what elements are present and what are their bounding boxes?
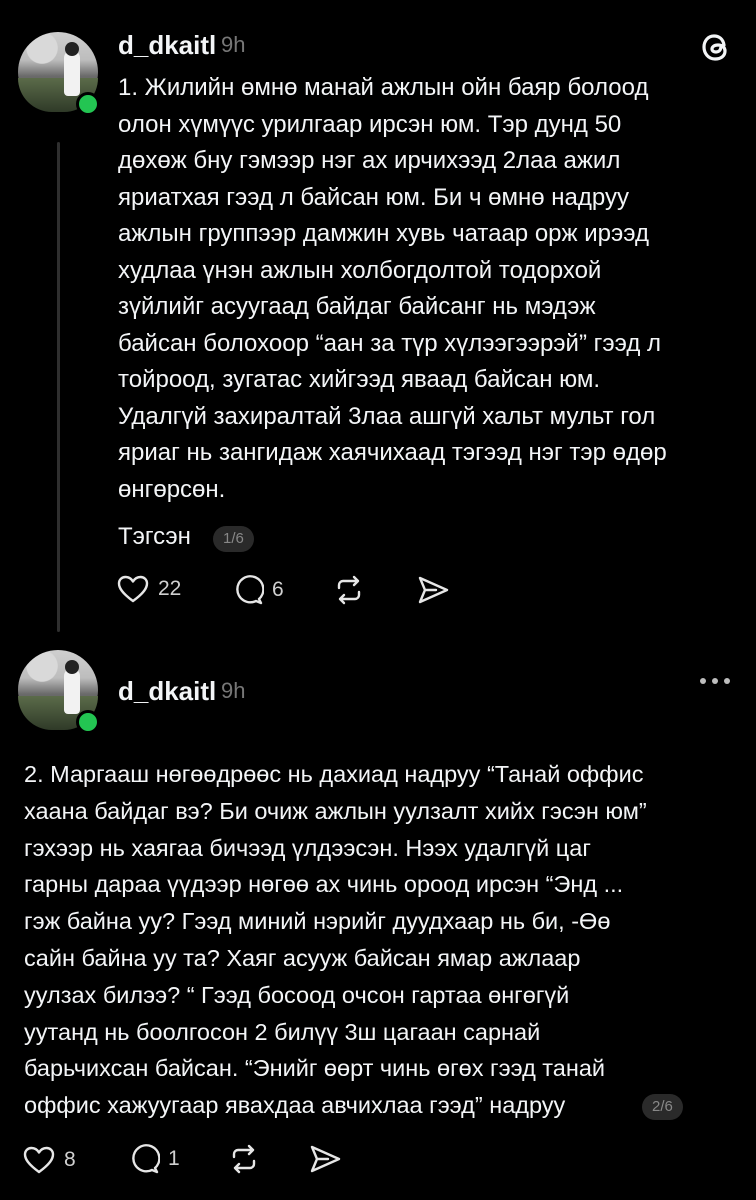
reply-button[interactable]: 1 (128, 1143, 180, 1175)
threads-logo-icon[interactable] (698, 28, 734, 71)
heart-icon (117, 575, 149, 603)
reply-count: 6 (272, 578, 284, 601)
repost-icon (232, 1144, 256, 1174)
online-status-dot (76, 92, 100, 116)
comment-icon (132, 1144, 160, 1174)
reply-button[interactable]: 6 (232, 574, 284, 606)
post-continuation-text: Тэгсэн (118, 523, 191, 550)
repost-button[interactable] (333, 574, 365, 606)
post-last-line: оффис хажуугаар явахдаа авчихлаа гээд” н… (24, 1092, 566, 1118)
post-username[interactable]: d_dkaitl (118, 30, 216, 61)
heart-icon (23, 1146, 55, 1174)
thread-connector-line (57, 142, 60, 632)
post-time: 9h (221, 32, 246, 57)
like-count: 22 (158, 577, 182, 600)
share-button[interactable] (416, 574, 450, 606)
share-icon (310, 1145, 341, 1173)
repost-icon (337, 575, 361, 605)
like-button[interactable]: 8 (22, 1145, 76, 1175)
like-count: 8 (64, 1148, 76, 1171)
share-icon (418, 576, 449, 604)
page-indicator-badge: 1/6 (213, 526, 254, 552)
online-status-dot (76, 710, 100, 734)
page-indicator-badge: 2/6 (642, 1094, 683, 1120)
reply-count: 1 (168, 1147, 180, 1170)
like-button[interactable]: 22 (116, 574, 181, 604)
post-body: 2. Маргааш нөгөөдрөөс нь дахиад надруу “… (24, 761, 647, 1082)
post-username[interactable]: d_dkaitl (118, 676, 216, 707)
share-button[interactable] (308, 1143, 342, 1175)
post-body: 1. Жилийн өмнө манай ажлын ойн баяр боло… (118, 74, 667, 503)
repost-button[interactable] (228, 1143, 260, 1175)
comment-icon (236, 575, 264, 605)
more-dots-icon[interactable] (700, 678, 730, 684)
post-time: 9h (221, 678, 246, 703)
